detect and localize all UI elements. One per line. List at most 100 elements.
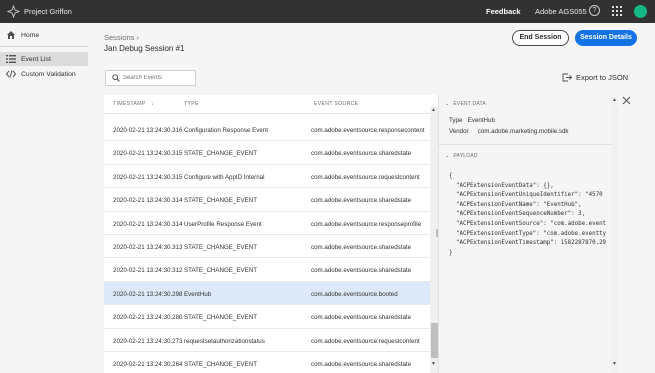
type-cell: STATE_CHANGE_EVENT: [184, 314, 258, 322]
table-row[interactable]: 2020-02-21 13:24:30.264 STATE_CHANGE_EVEN…: [104, 352, 430, 373]
timestamp-cell: 2020-02-21 13:24:30.313: [113, 244, 183, 251]
sidebar: Home Event List Custom Validation: [0, 23, 88, 373]
sidebar-item-event-list[interactable]: Event List: [0, 52, 88, 66]
chevron-down-icon: ⌄: [445, 101, 450, 107]
type-cell: UserProfile Response Event: [184, 220, 262, 228]
search-icon: [112, 74, 120, 82]
timestamp-cell: 2020-02-21 13:24:30.273: [113, 337, 183, 345]
timestamp-cell: 2020-02-21 13:24:30.264: [113, 361, 183, 368]
column-header-timestamp[interactable]: TIMESTAMP ↓: [113, 101, 154, 107]
event-source-cell: com.adobe.eventsource.sharedstate: [311, 244, 412, 251]
event-data-title: EVENT DATA: [453, 101, 486, 107]
table-row[interactable]: 2020-02-21 13:24:30.314 UserProfile Respo…: [104, 212, 430, 235]
event-vendor-label: Vendor: [449, 128, 469, 135]
event-detail-panel: ⌄ EVENT DATA Type EventHub Vendor com.ad…: [438, 95, 618, 373]
type-cell: requestsetauthorizationstatus: [184, 337, 265, 345]
event-source-cell: com.adobe.eventsource.sharedstate: [311, 150, 412, 158]
home-icon: [6, 30, 16, 40]
table-row[interactable]: 2020-02-21 13:24:30.298 EventHub com.adobe…: [104, 281, 430, 306]
sidebar-item-label: Custom Validation: [21, 70, 76, 78]
export-icon: [562, 73, 572, 82]
table-row[interactable]: 2020-02-21 13:24:30.316 Configuration Res…: [104, 118, 430, 142]
event-source-cell: com.adobe.eventsource.requestcontent: [311, 173, 420, 181]
close-icon[interactable]: [622, 96, 631, 105]
table-scroll-thumb[interactable]: [431, 323, 438, 358]
end-session-button[interactable]: End Session: [512, 30, 569, 46]
timestamp-cell: 2020-02-21 13:24:30.312: [113, 267, 183, 275]
event-source-cell: com.adobe.eventsource.booted: [311, 290, 398, 298]
search-input[interactable]: [123, 73, 193, 83]
timestamp-cell: 2020-02-21 13:24:30.315: [113, 173, 183, 181]
sidebar-item-label: Home: [21, 31, 40, 39]
table-row[interactable]: 2020-02-21 13:24:30.280 STATE_CHANGE_EVEN…: [104, 305, 430, 329]
breadcrumb[interactable]: Sessions ›: [104, 33, 139, 42]
event-table: TIMESTAMP ↓ TYPE EVENT SOURCE 2020-02-21…: [104, 95, 439, 373]
payload-json[interactable]: { "ACPExtensionEventData": {}, "ACPExten…: [449, 172, 614, 362]
chevron-down-icon: ⌄: [445, 153, 450, 159]
export-json-button[interactable]: Export to JSON: [562, 73, 628, 82]
column-header-event-source[interactable]: EVENT SOURCE: [314, 101, 358, 107]
panel-scrollbar[interactable]: ▲ ▼: [611, 95, 618, 373]
event-vendor-value: com.adobe.marketing.mobile.sdk: [477, 128, 569, 135]
top-bar: Project Griffon Feedback Adobe AGS055 ?: [0, 0, 655, 23]
event-source-cell: com.adobe.eventsource.sharedstate: [311, 361, 412, 368]
type-cell: STATE_CHANGE_EVENT: [184, 267, 258, 275]
code-icon: [6, 69, 16, 79]
event-source-cell: com.adobe.eventsource.sharedstate: [311, 267, 412, 275]
event-type-row: Type EventHub: [449, 117, 495, 124]
table-header: TIMESTAMP ↓ TYPE EVENT SOURCE: [104, 95, 439, 114]
griffon-logo-icon: [7, 5, 20, 18]
page-title: Jan Debug Session #1: [104, 44, 185, 53]
sidebar-item-label: Event List: [21, 55, 51, 63]
timestamp-cell: 2020-02-21 13:24:30.280: [113, 314, 183, 322]
help-icon[interactable]: ?: [589, 5, 600, 16]
timestamp-cell: 2020-02-21 13:24:30.316: [113, 127, 183, 134]
scroll-down-icon[interactable]: ▼: [612, 361, 617, 367]
type-cell: Configure with AppID Internal: [184, 173, 265, 181]
timestamp-cell: 2020-02-21 13:24:30.314: [113, 197, 183, 205]
type-cell: STATE_CHANGE_EVENT: [184, 197, 258, 205]
app-title[interactable]: Project Griffon: [24, 7, 72, 16]
column-header-type[interactable]: TYPE: [184, 101, 199, 107]
sidebar-divider: [0, 46, 88, 47]
event-source-cell: com.adobe.eventsource.responsecontent: [311, 127, 425, 134]
event-source-cell: com.adobe.eventsource.sharedstate: [311, 314, 412, 322]
avatar[interactable]: [634, 5, 647, 18]
table-row[interactable]: 2020-02-21 13:24:30.313 STATE_CHANGE_EVEN…: [104, 235, 430, 259]
table-row[interactable]: 2020-02-21 13:24:30.273 requestsetauthori…: [104, 329, 430, 352]
type-cell: Configuration Response Event: [184, 127, 268, 134]
panel-divider: [439, 144, 618, 145]
payload-title: PAYLOAD: [453, 153, 478, 159]
payload-section-toggle[interactable]: ⌄ PAYLOAD: [445, 153, 478, 159]
event-data-section-toggle[interactable]: ⌄ EVENT DATA: [445, 101, 486, 107]
event-type-value: EventHub: [467, 117, 495, 124]
type-cell: STATE_CHANGE_EVENT: [184, 361, 258, 368]
scroll-up-icon[interactable]: ▲: [612, 97, 617, 103]
sidebar-item-custom-validation[interactable]: Custom Validation: [0, 67, 88, 81]
export-label: Export to JSON: [576, 73, 629, 82]
sidebar-item-home[interactable]: Home: [0, 28, 88, 42]
session-details-button[interactable]: Session Details: [575, 30, 637, 46]
scroll-up-icon[interactable]: ▲: [431, 107, 436, 113]
feedback-link[interactable]: Feedback: [486, 7, 521, 16]
table-row[interactable]: 2020-02-21 13:24:30.314 STATE_CHANGE_EVEN…: [104, 188, 430, 212]
list-icon: [6, 54, 16, 64]
column-label: TIMESTAMP: [113, 101, 146, 107]
event-type-label: Type: [449, 117, 463, 124]
timestamp-cell: 2020-02-21 13:24:30.298: [113, 290, 183, 298]
type-cell: EventHub: [184, 290, 212, 298]
timestamp-cell: 2020-02-21 13:24:30.314: [113, 220, 183, 228]
table-row[interactable]: 2020-02-21 13:24:30.315 STATE_CHANGE_EVEN…: [104, 141, 430, 165]
table-row[interactable]: 2020-02-21 13:24:30.312 STATE_CHANGE_EVEN…: [104, 258, 430, 282]
timestamp-cell: 2020-02-21 13:24:30.315: [113, 150, 183, 158]
type-cell: STATE_CHANGE_EVENT: [184, 150, 258, 158]
event-source-cell: com.adobe.eventsource.requestcontent: [311, 337, 420, 345]
apps-grid-icon[interactable]: [612, 6, 622, 16]
event-source-cell: com.adobe.eventsource.responseprofile: [311, 220, 422, 228]
org-switcher[interactable]: Adobe AGS055: [535, 7, 587, 16]
scroll-down-icon[interactable]: ▼: [431, 361, 436, 367]
event-vendor-row: Vendor com.adobe.marketing.mobile.sdk: [449, 128, 569, 135]
table-row[interactable]: 2020-02-21 13:24:30.315 Configure with Ap…: [104, 165, 430, 189]
event-source-cell: com.adobe.eventsource.sharedstate: [311, 197, 412, 205]
search-field[interactable]: [105, 70, 196, 86]
